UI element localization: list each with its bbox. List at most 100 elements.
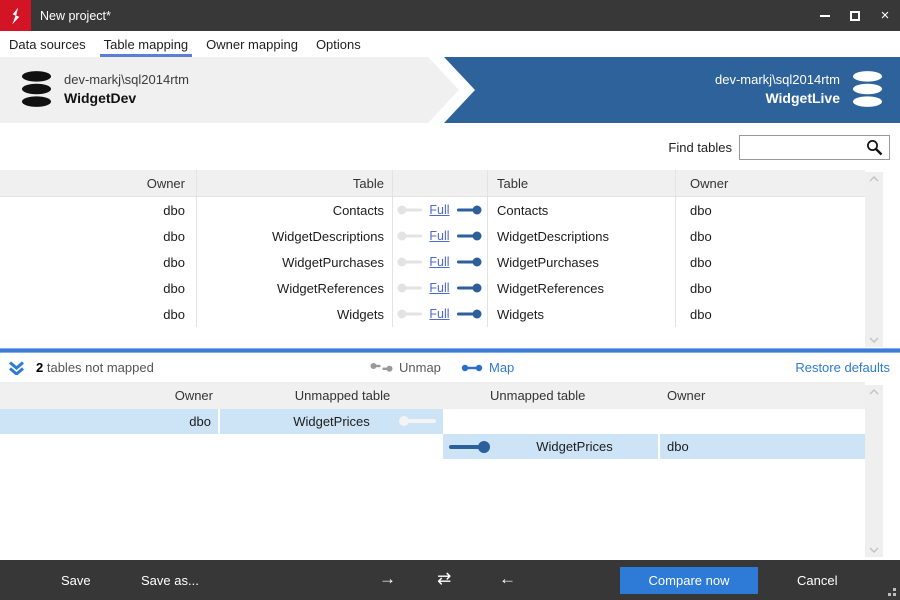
target-database-name: WidgetLive [765,90,840,106]
owner-right: dbo [690,228,712,244]
column-divider [675,170,676,327]
save-as-button[interactable]: Save as... [141,573,199,588]
cancel-button[interactable]: Cancel [797,573,837,588]
mapping-toggle-left-icon[interactable] [397,231,423,241]
mapping-mode-link[interactable]: Full [429,255,449,269]
search-icon[interactable] [866,139,883,156]
unmapped-stub-left-icon[interactable] [398,415,438,427]
mapping-mode-link[interactable]: Full [429,307,449,321]
mapped-tables-grid: Owner Table Table Owner dbo Contacts Ful… [0,170,900,348]
unmapped-row-left[interactable]: dbo WidgetPrices [0,409,865,434]
source-server-name: dev-markj\sql2014rtm [64,72,189,87]
tab-table-mapping[interactable]: Table mapping [95,31,198,57]
not-mapped-count: 2 [36,360,44,375]
table-right: Widgets [497,306,544,322]
mapping-mode-link[interactable]: Full [429,203,449,217]
mapping-toggle-left-icon[interactable] [397,257,423,267]
owner-right: dbo [690,280,712,296]
owner-right: dbo [690,202,712,218]
save-button[interactable]: Save [61,573,91,588]
mapping-toggle-left-icon[interactable] [397,283,423,293]
column-header-unmapped-table-right: Unmapped table [490,388,586,403]
table-row[interactable]: dbo WidgetReferences Full WidgetReferenc… [0,275,865,301]
mapping-mode-link[interactable]: Full [429,229,449,243]
unmapped-row-right[interactable]: WidgetPrices dbo [0,434,865,459]
target-database: dev-markj\sql2014rtm WidgetLive [715,70,884,108]
collapse-chevron-icon[interactable] [8,361,25,375]
table-right: WidgetDescriptions [497,228,609,244]
table-row[interactable]: dbo WidgetDescriptions Full WidgetDescri… [0,223,865,249]
unmapped-table-right-cell: WidgetPrices [443,434,660,459]
target-server-name: dev-markj\sql2014rtm [715,72,840,87]
mapping-toggle-right-icon[interactable] [456,231,482,241]
column-divider [196,170,197,327]
table-row[interactable]: dbo Widgets Full Widgets dbo [0,301,865,327]
table-right: Contacts [497,202,549,218]
table-left: Widgets [337,306,384,322]
window-title: New project* [40,8,111,23]
mapping-toggle-right-icon[interactable] [456,309,482,319]
copy-right-arrow-button[interactable]: → [379,569,396,589]
tab-options[interactable]: Options [307,31,370,57]
unmapped-table-name: WidgetPrices [293,414,370,429]
unmapped-table-name: WidgetPrices [536,439,613,454]
maximize-button[interactable] [840,0,870,31]
mapping-toggle-left-icon[interactable] [397,309,423,319]
scrollbar[interactable] [865,172,883,347]
table-left: WidgetReferences [277,280,384,296]
scroll-down-icon[interactable] [869,337,879,343]
compare-now-button[interactable]: Compare now [620,567,758,594]
scrollbar[interactable] [865,385,883,557]
source-database: dev-markj\sql2014rtm WidgetDev [20,70,189,108]
unmap-button[interactable]: Unmap [370,360,441,375]
tab-owner-mapping[interactable]: Owner mapping [197,31,307,57]
table-row[interactable]: dbo WidgetPurchases Full WidgetPurchases… [0,249,865,275]
tab-data-sources[interactable]: Data sources [0,31,95,57]
find-tables-label: Find tables [668,140,732,155]
owner-right: dbo [690,254,712,270]
unmapped-tables-grid: Owner Unmapped table Unmapped table Owne… [0,382,900,560]
swap-direction-button[interactable]: ⇄ [437,569,451,589]
not-mapped-status: 2 tables not mapped [36,360,154,375]
titlebar: New project* × [0,0,900,31]
owner-left: dbo [163,228,185,244]
map-label: Map [489,360,515,375]
column-header-owner-right: Owner [690,175,729,191]
close-button[interactable]: × [870,0,900,31]
column-header-owner-right: Owner [667,388,706,403]
mapping-toggle-left-icon[interactable] [397,205,423,215]
owner-left: dbo [163,202,185,218]
table-left: WidgetDescriptions [272,228,384,244]
minimize-button[interactable] [810,0,840,31]
owner-right: dbo [690,306,712,322]
table-right: WidgetPurchases [497,254,599,270]
source-database-name: WidgetDev [64,90,137,106]
scroll-down-icon[interactable] [869,547,879,553]
mapping-toggle-right-icon[interactable] [456,283,482,293]
table-row[interactable]: dbo Contacts Full Contacts dbo [0,197,865,223]
copy-left-arrow-button[interactable]: ← [499,569,516,589]
resize-grip[interactable] [887,587,896,596]
column-divider [487,170,488,327]
owner-left: dbo [163,280,185,296]
unmapped-toolbar: 2 tables not mapped Unmap Map Restore de… [0,353,900,382]
owner-left: dbo [163,306,185,322]
unmapped-table-left: WidgetPrices [220,409,443,434]
map-button[interactable]: Map [461,360,514,375]
column-header-table-right: Table [497,175,529,191]
database-icon-target [852,71,883,107]
unmapped-stub-right-icon[interactable] [447,440,491,454]
unmapped-owner-left: dbo [0,409,220,434]
database-header: dev-markj\sql2014rtm WidgetDev dev-markj… [0,57,900,123]
owner-left: dbo [163,254,185,270]
mapping-mode-link[interactable]: Full [429,281,449,295]
mapping-toggle-right-icon[interactable] [456,205,482,215]
app-logo-icon [0,0,31,31]
tab-bar: Data sources Table mapping Owner mapping… [0,31,900,57]
scroll-up-icon[interactable] [869,389,879,395]
footer-toolbar: Save Save as... → ⇄ ← Compare now Cancel [0,560,900,600]
mapping-toggle-right-icon[interactable] [456,257,482,267]
not-mapped-label: tables not mapped [46,360,154,375]
restore-defaults-link[interactable]: Restore defaults [795,360,890,375]
scroll-up-icon[interactable] [869,176,879,182]
